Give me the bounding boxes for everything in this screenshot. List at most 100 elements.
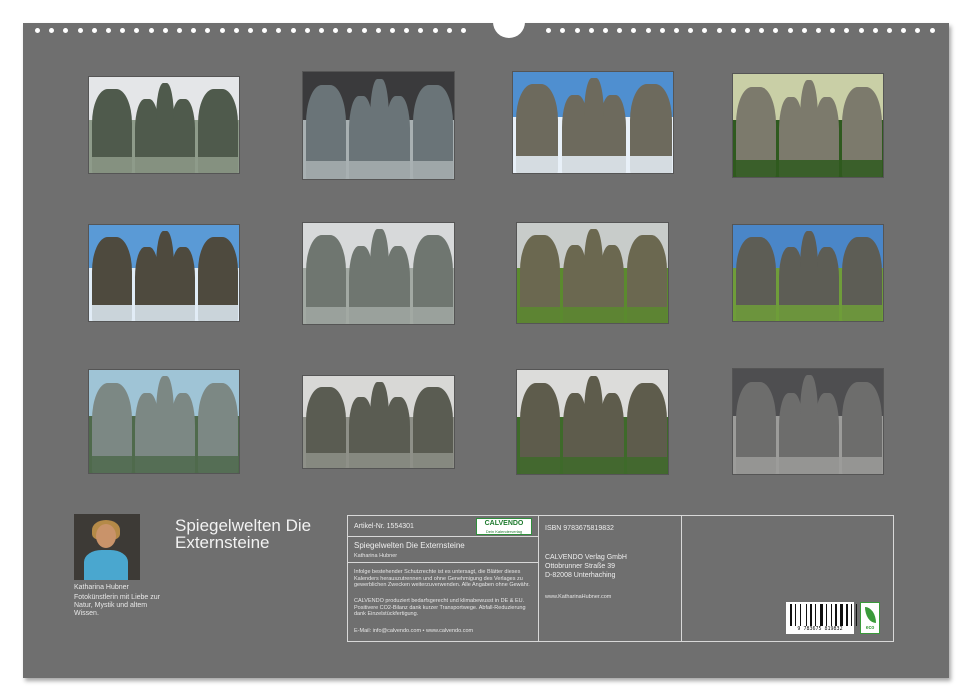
barcode-bar (846, 604, 848, 626)
binding-hole (418, 28, 424, 33)
publisher-name: CALVENDO Verlag GmbH (545, 554, 627, 561)
author-name: Katharina Hubner (74, 584, 129, 591)
article-number: Artikel-Nr. 1554301 (354, 523, 414, 530)
photo-jan (88, 76, 240, 174)
photo-apr (732, 73, 884, 178)
barcode-bar (851, 604, 852, 626)
binding-hole (716, 28, 722, 33)
binding-hole (546, 28, 552, 33)
contact-line: E-Mail: info@calvendo.com • www.calvendo… (354, 628, 474, 634)
binding-hole (631, 28, 637, 33)
author-portrait (74, 514, 140, 580)
binding-hole (674, 28, 679, 33)
binding-hole (787, 28, 793, 33)
eco-notice: CALVENDO produziert bedarfsgerecht und k… (354, 598, 526, 617)
binding-hole (887, 28, 892, 33)
photo-ground (513, 156, 673, 173)
info-calendar-author: Katharina Hubner (354, 553, 398, 559)
column-divider (681, 516, 682, 641)
barcode-bar (790, 604, 792, 626)
hanger-notch (493, 18, 525, 38)
binding-hole (162, 28, 168, 33)
binding-hole (730, 28, 736, 33)
barcode: 9 783675 819832 (786, 602, 857, 634)
photo-sep (88, 369, 240, 474)
binding-hole (617, 28, 623, 33)
photo-may (88, 224, 240, 322)
binding-hole (233, 28, 239, 33)
photo-ground (303, 307, 454, 324)
binding-hole (588, 28, 594, 33)
barcode-bar (840, 604, 843, 626)
barcode-bar (795, 604, 796, 626)
binding-hole (191, 28, 197, 33)
barcode-bar (826, 604, 827, 626)
binding-hole (333, 28, 339, 33)
publisher-city: D-82008 Unterhaching (545, 572, 616, 579)
binding-hole (290, 28, 296, 33)
binding-hole (205, 28, 211, 33)
barcode-bar (810, 604, 812, 626)
binding-hole (816, 28, 821, 33)
info-box: Artikel-Nr. 1554301 CALVENDO Dein Kalend… (347, 515, 894, 642)
legal-notice: Infolge bestehender Schutzrechte ist es … (354, 569, 530, 588)
binding-hole (375, 28, 381, 33)
binding-hole (304, 28, 310, 33)
binding-hole (645, 28, 651, 33)
binding-hole (844, 28, 850, 33)
binding-hole (219, 28, 225, 33)
photo-ground (89, 157, 239, 173)
binding-hole (560, 28, 566, 33)
binding-hole (773, 28, 779, 33)
info-calendar-title: Spiegelwelten Die Externsteine (354, 541, 465, 550)
binding-hole (574, 28, 580, 33)
binding-hole (77, 28, 83, 33)
binding-hole (134, 28, 140, 33)
photo-ground (733, 456, 883, 474)
barcode-bar (856, 604, 857, 626)
photo-jul (516, 222, 669, 324)
photo-ground (303, 161, 454, 179)
barcode-bar (806, 604, 807, 626)
binding-hole (872, 28, 878, 33)
binding-hole (446, 28, 452, 33)
barcode-bar (815, 604, 816, 626)
photo-feb (302, 71, 455, 180)
binding-hole (461, 28, 466, 33)
photo-ground (89, 456, 239, 473)
binding-hole (901, 28, 907, 33)
eco-leaf-icon: eco (860, 602, 880, 634)
binding-hole (106, 28, 111, 33)
binding-hole (745, 28, 750, 33)
binding-hole (659, 28, 665, 33)
binding-hole (361, 28, 367, 33)
binding-hole (390, 28, 395, 33)
photo-ground (303, 453, 454, 468)
binding-hole (120, 28, 126, 33)
photo-ground (733, 305, 883, 321)
binding-hole (858, 28, 864, 33)
binding-hole (91, 28, 97, 33)
binding-hole (248, 28, 253, 33)
barcode-bar (831, 604, 832, 626)
binding-hole (929, 28, 935, 33)
photo-ground (517, 306, 668, 323)
binding-hole (688, 28, 694, 33)
photo-ground (733, 160, 883, 177)
photo-ground (89, 305, 239, 321)
row-divider (348, 536, 538, 537)
binding-hole (262, 28, 268, 33)
barcode-bar (800, 604, 801, 626)
isbn: ISBN 9783675819832 (545, 525, 614, 532)
portrait-face (96, 524, 116, 548)
portrait-scarf (84, 550, 128, 580)
photo-oct (302, 375, 455, 469)
binding-hole (432, 28, 438, 33)
binding-hole (319, 28, 324, 33)
barcode-bar (835, 604, 837, 626)
author-website: www.KatharinaHubner.com (545, 594, 612, 600)
barcode-bar (820, 604, 823, 626)
photo-dec (732, 368, 884, 475)
author-bio: Fotokünstlerin mit Liebe zur Natur, Myst… (74, 594, 160, 617)
binding-hole (63, 28, 69, 33)
